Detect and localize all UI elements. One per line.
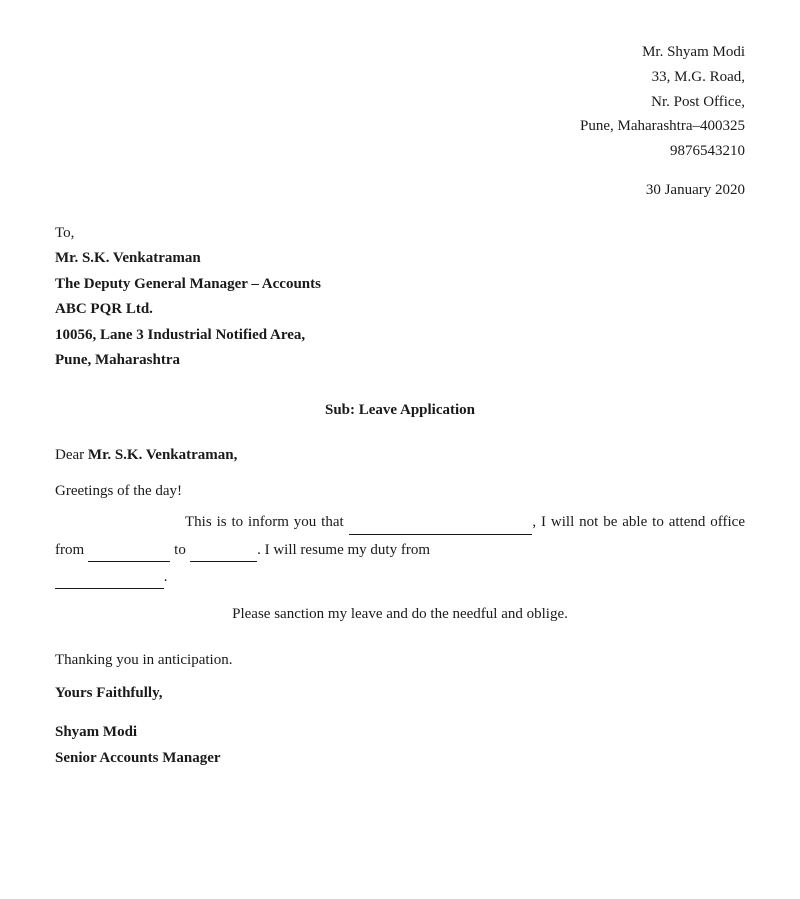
sender-name: Mr. Shyam Modi (55, 40, 745, 65)
para2-text: Please sanction my leave and do the need… (232, 606, 568, 622)
sender-block: Mr. Shyam Modi 33, M.G. Road, Nr. Post O… (55, 40, 745, 164)
recipient-name: Mr. S.K. Venkatraman (55, 246, 745, 272)
recipient-block: To, Mr. S.K. Venkatraman The Deputy Gene… (55, 221, 745, 374)
recipient-company: ABC PQR Ltd. (55, 297, 745, 323)
blank-resume-date (55, 588, 164, 589)
greeting-text: Greetings of the day! (55, 483, 182, 499)
recipient-address-line2: Pune, Maharashtra (55, 348, 745, 374)
sender-phone: 9876543210 (55, 139, 745, 164)
blank-from-date (88, 561, 171, 562)
body-para1-end: . (55, 564, 745, 591)
recipient-designation: The Deputy General Manager – Accounts (55, 272, 745, 298)
date-block: 30 January 2020 (55, 182, 745, 199)
para1-end: . (164, 569, 168, 585)
subject-block: Sub: Leave Application (55, 402, 745, 419)
dear-text: Dear (55, 447, 88, 463)
para1-resume-text: . I will resume my duty from (257, 542, 430, 558)
closing-text: Thanking you in anticipation. (55, 652, 232, 668)
sign-designation: Senior Accounts Manager (55, 746, 745, 772)
dear-name: Mr. S.K. Venkatraman, (88, 447, 237, 463)
signature-block: Shyam Modi Senior Accounts Manager (55, 720, 745, 771)
greeting-line: Greetings of the day! (55, 478, 745, 505)
salutation-line: Dear Mr. S.K. Venkatraman, (55, 447, 745, 464)
sign-name: Shyam Modi (55, 720, 745, 746)
yours-faithfully: Yours Faithfully, (55, 685, 745, 702)
recipient-address-line1: 10056, Lane 3 Industrial Notified Area, (55, 323, 745, 349)
body-para1: This is to inform you that , I will not … (55, 509, 745, 565)
para1-pre-indent (55, 514, 185, 530)
para1-pre: This is to inform you that (185, 514, 344, 530)
subject-text: Sub: Leave Application (325, 402, 475, 418)
para1-to: to (174, 542, 186, 558)
letter-date: 30 January 2020 (646, 182, 745, 198)
sender-address-line1: 33, M.G. Road, (55, 65, 745, 90)
sender-address-line2: Nr. Post Office, (55, 90, 745, 115)
recipient-salutation: To, (55, 221, 745, 247)
letter-container: Mr. Shyam Modi 33, M.G. Road, Nr. Post O… (55, 40, 745, 859)
blank-name (349, 534, 533, 535)
blank-to-date (190, 561, 258, 562)
yours-text: Yours Faithfully, (55, 685, 163, 701)
sender-address-line3: Pune, Maharashtra–400325 (55, 114, 745, 139)
closing-line: Thanking you in anticipation. (55, 652, 745, 669)
body-block: Greetings of the day! This is to inform … (55, 478, 745, 592)
